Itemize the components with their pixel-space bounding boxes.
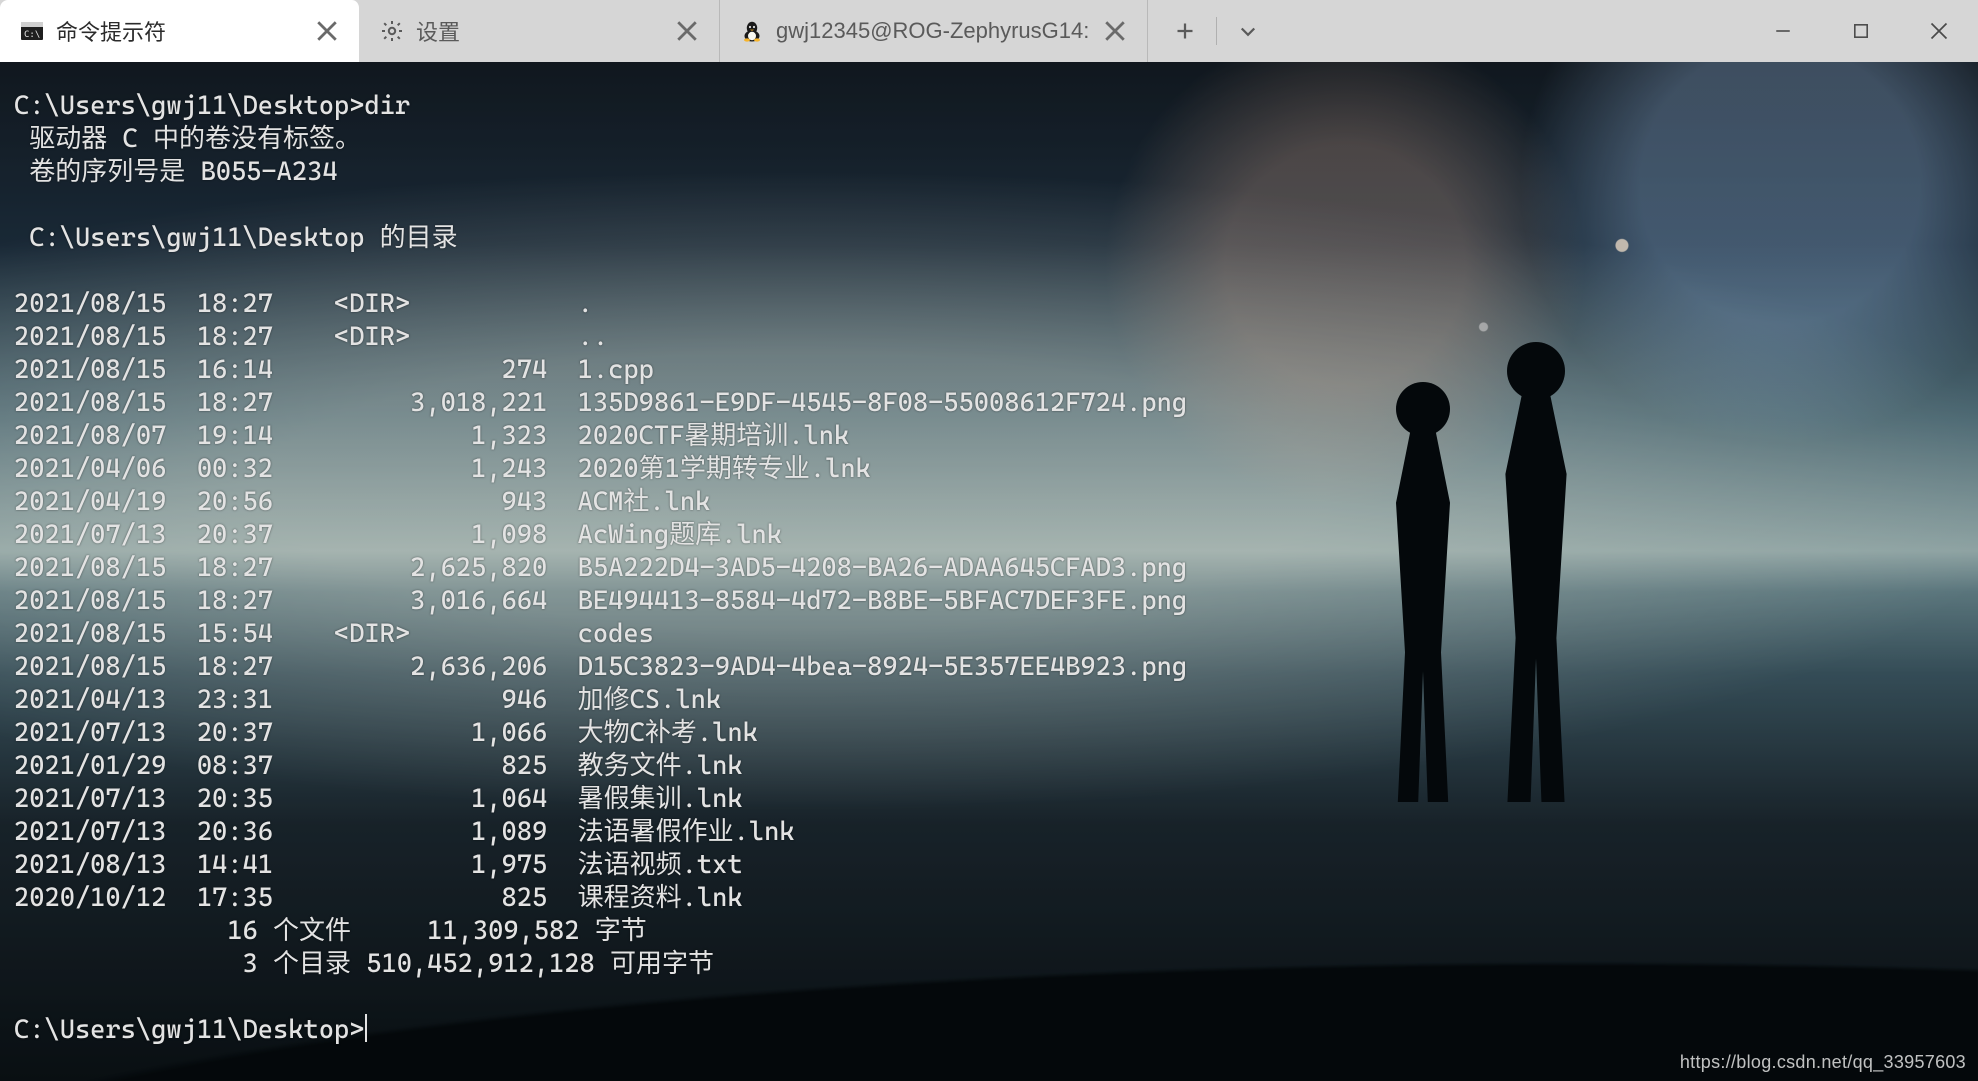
maximize-button[interactable] xyxy=(1822,0,1900,62)
svg-text:C:\: C:\ xyxy=(24,30,40,40)
close-icon[interactable] xyxy=(673,17,701,45)
cursor xyxy=(365,1014,367,1042)
divider xyxy=(1216,17,1217,45)
titlebar-drag-area[interactable] xyxy=(1273,0,1744,62)
close-window-button[interactable] xyxy=(1900,0,1978,62)
tab-cmd[interactable]: C:\ 命令提示符 xyxy=(0,0,360,62)
tab-label: 命令提示符 xyxy=(56,15,301,47)
tab-label: 设置 xyxy=(416,15,661,47)
tux-icon xyxy=(740,19,764,43)
tab-settings[interactable]: 设置 xyxy=(360,0,720,62)
new-tab-button[interactable] xyxy=(1160,7,1210,55)
tab-strip: C:\ 命令提示符 设置 gwj12345@ROG-ZephyrusG14: xyxy=(0,0,1148,62)
gear-icon xyxy=(380,19,404,43)
terminal-output: C:\Users\gwj11\Desktop>dir 驱动器 C 中的卷没有标签… xyxy=(0,62,1978,1057)
tab-label: gwj12345@ROG-ZephyrusG14: xyxy=(776,18,1089,44)
minimize-button[interactable] xyxy=(1744,0,1822,62)
terminal[interactable]: C:\Users\gwj11\Desktop>dir 驱动器 C 中的卷没有标签… xyxy=(0,62,1978,1081)
window-controls xyxy=(1744,0,1978,62)
close-icon[interactable] xyxy=(313,17,341,45)
close-icon[interactable] xyxy=(1101,17,1129,45)
cmd-icon: C:\ xyxy=(20,19,44,43)
tab-dropdown-button[interactable] xyxy=(1223,7,1273,55)
watermark: https://blog.csdn.net/qq_33957603 xyxy=(1680,1052,1966,1073)
titlebar: C:\ 命令提示符 设置 gwj12345@ROG-ZephyrusG14: xyxy=(0,0,1978,62)
tab-wsl[interactable]: gwj12345@ROG-ZephyrusG14: xyxy=(720,0,1148,62)
tab-actions xyxy=(1148,0,1273,62)
